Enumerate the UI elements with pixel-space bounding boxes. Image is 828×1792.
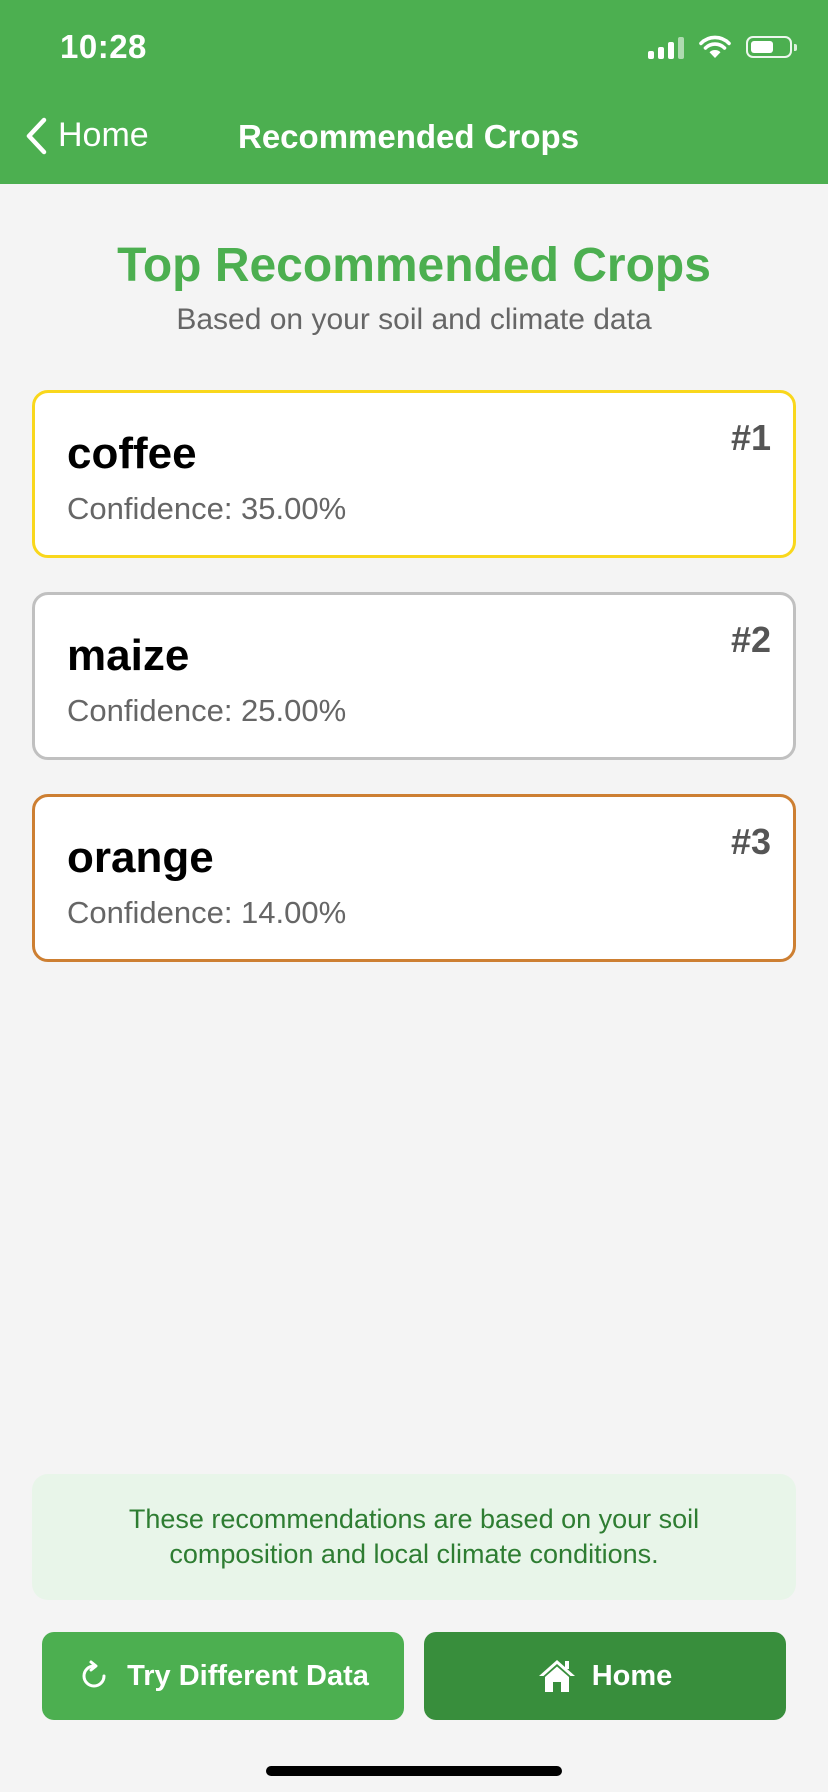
crop-card-2[interactable]: maize Confidence: 25.00% #2 <box>32 592 796 760</box>
page-subtitle: Based on your soil and climate data <box>176 303 652 336</box>
crop-rank: #3 <box>730 821 771 862</box>
page-title: Top Recommended Crops <box>117 239 711 292</box>
info-note: These recommendations are based on your … <box>32 1474 796 1600</box>
app-header: 10:28 Home Recommended Crops <box>0 0 828 184</box>
back-button-label: Home <box>58 116 149 154</box>
crop-confidence: Confidence: 14.00% <box>67 895 347 930</box>
chevron-left-icon <box>26 117 47 154</box>
page-heading: Top Recommended Crops Based on your soil… <box>0 238 828 337</box>
status-icons <box>648 34 797 60</box>
battery-level <box>751 41 773 53</box>
try-different-data-button[interactable]: Try Different Data <box>42 1632 404 1720</box>
home-icon <box>538 1660 575 1692</box>
wifi-icon <box>699 35 731 58</box>
back-button[interactable]: Home <box>24 116 149 155</box>
crop-card-3[interactable]: orange Confidence: 14.00% #3 <box>32 794 796 962</box>
cellular-signal-icon <box>648 35 684 59</box>
status-time: 10:28 <box>60 28 147 65</box>
home-indicator <box>266 1766 562 1776</box>
nav-title: Recommended Crops <box>238 118 580 155</box>
refresh-icon <box>82 1660 106 1688</box>
crop-name: coffee <box>67 429 197 478</box>
crop-rank: #2 <box>730 619 771 660</box>
home-button[interactable]: Home <box>424 1632 786 1720</box>
battery-icon <box>746 36 797 58</box>
crop-card-1[interactable]: coffee Confidence: 35.00% #1 <box>32 390 796 558</box>
home-button-label: Home <box>591 1659 673 1692</box>
crop-confidence: Confidence: 35.00% <box>67 491 347 526</box>
try-button-label: Try Different Data <box>127 1659 369 1692</box>
crop-confidence: Confidence: 25.00% <box>67 693 347 728</box>
crop-name: maize <box>67 631 190 680</box>
crop-name: orange <box>67 833 214 882</box>
crop-rank: #1 <box>730 417 771 458</box>
